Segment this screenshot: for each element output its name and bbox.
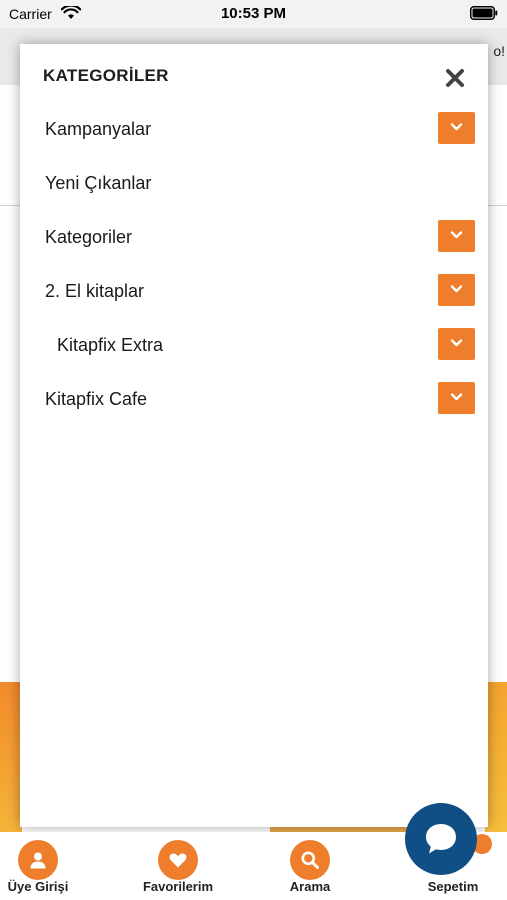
background-banner-left	[0, 682, 22, 832]
chevron-down-icon	[450, 285, 463, 293]
background-header-text: o!	[493, 43, 505, 59]
menu-item-label[interactable]: Kitapfix Extra	[57, 335, 163, 356]
menu-item-kitapfix-cafe[interactable]: Kitapfix Cafe	[20, 376, 488, 422]
tab-label: Üye Girişi	[7, 879, 69, 894]
tab-arama[interactable]: Arama	[260, 832, 360, 900]
chevron-down-icon	[450, 231, 463, 239]
search-icon	[301, 851, 319, 869]
tab-icon-circle	[18, 840, 58, 880]
menu-title: KATEGORİLER	[43, 66, 169, 85]
menu-item-label[interactable]: Yeni Çıkanlar	[45, 173, 151, 194]
background-banner-right	[485, 682, 507, 832]
tab-uye-girisi[interactable]: Üye Girişi	[0, 832, 88, 900]
tab-icon-circle	[158, 840, 198, 880]
expand-kitapfix-extra-button[interactable]	[438, 328, 475, 360]
status-time: 10:53 PM	[220, 5, 287, 22]
heart-icon	[169, 853, 187, 868]
menu-item-label[interactable]: Kampanyalar	[45, 119, 151, 140]
user-icon	[30, 852, 46, 869]
menu-item-label[interactable]: Kitapfix Cafe	[45, 389, 147, 410]
battery-icon	[470, 6, 498, 20]
category-menu-panel: KATEGORİLER Kampanyalar Yeni Çıkanlar Ka…	[20, 44, 488, 827]
menu-item-label[interactable]: 2. El kitaplar	[45, 281, 144, 302]
menu-item-kampanyalar[interactable]: Kampanyalar	[20, 106, 488, 152]
menu-item-label[interactable]: Kategoriler	[45, 227, 132, 248]
chevron-down-icon	[450, 339, 463, 347]
chevron-down-icon	[450, 393, 463, 401]
chat-button[interactable]	[405, 803, 477, 875]
expand-kampanyalar-button[interactable]	[438, 112, 475, 144]
menu-item-yeni-cikanlar[interactable]: Yeni Çıkanlar	[20, 160, 488, 206]
close-icon	[446, 69, 464, 87]
tab-favorilerim[interactable]: Favorilerim	[128, 832, 228, 900]
tab-label: Arama	[289, 879, 331, 894]
tab-label: Sepetim	[427, 879, 479, 894]
menu-item-kategoriler[interactable]: Kategoriler	[20, 214, 488, 260]
menu-item-kitapfix-extra[interactable]: Kitapfix Extra	[20, 322, 488, 368]
tab-icon-circle	[290, 840, 330, 880]
expand-kitapfix-cafe-button[interactable]	[438, 382, 475, 414]
menu-item-el-kitaplar[interactable]: 2. El kitaplar	[20, 268, 488, 314]
close-button[interactable]	[441, 64, 469, 92]
expand-kategoriler-button[interactable]	[438, 220, 475, 252]
status-bar: Carrier 10:53 PM	[0, 0, 507, 28]
tab-label: Favorilerim	[142, 879, 214, 894]
chevron-down-icon	[450, 123, 463, 131]
expand-el-kitaplar-button[interactable]	[438, 274, 475, 306]
chat-bubble-icon	[426, 824, 456, 854]
